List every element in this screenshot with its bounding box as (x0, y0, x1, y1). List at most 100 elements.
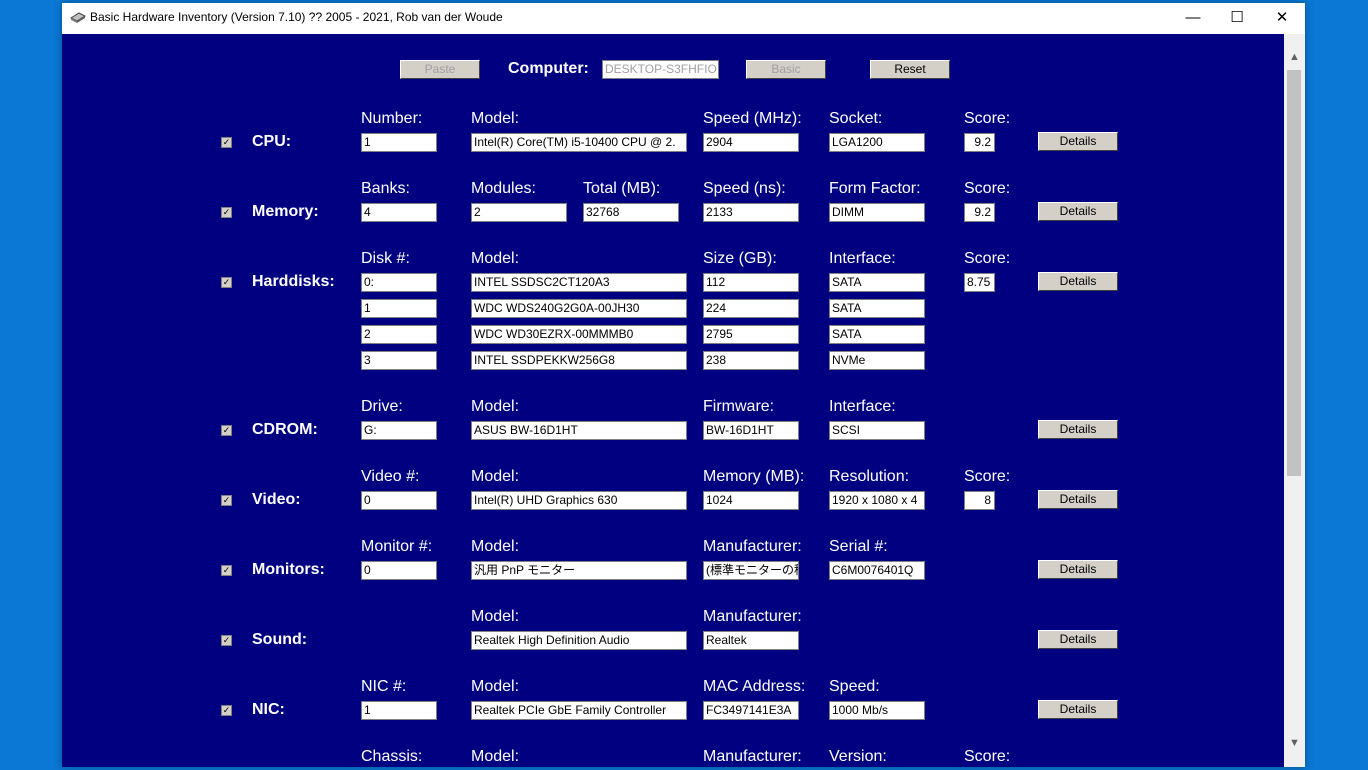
disk-size-field[interactable]: 112 (703, 273, 799, 292)
disk-model-field[interactable]: INTEL SSDPEKKW256G8 (471, 351, 687, 370)
window-title: Basic Hardware Inventory (Version 7.10) … (90, 10, 503, 24)
app-window: Basic Hardware Inventory (Version 7.10) … (62, 3, 1305, 767)
cpu-socket-header: Socket: (829, 110, 883, 127)
monitor-manufacturer-header: Manufacturer: (703, 538, 802, 555)
disk-interface-field[interactable]: SATA (829, 325, 925, 344)
memory-score-field[interactable]: 9.2 (964, 203, 995, 222)
sound-label: Sound: (252, 631, 308, 648)
video-number-field[interactable]: 0 (361, 491, 437, 510)
sound-model-field[interactable]: Realtek High Definition Audio (471, 631, 687, 650)
video-checkbox[interactable]: ✓ (221, 495, 232, 506)
disk-size-field[interactable]: 2795 (703, 325, 799, 344)
chassis-number-header: Chassis: (361, 748, 423, 765)
video-resolution-header: Resolution: (829, 468, 910, 485)
nic-mac-field[interactable]: FC3497141E3A (703, 701, 799, 720)
sound-details-button[interactable]: Details (1038, 630, 1118, 649)
nic-checkbox[interactable]: ✓ (221, 705, 232, 716)
cdrom-drive-field[interactable]: G: (361, 421, 437, 440)
video-details-button[interactable]: Details (1038, 490, 1118, 509)
basic-button[interactable]: Basic (746, 60, 826, 79)
computer-name-input[interactable]: DESKTOP-S3FHFIO (602, 60, 719, 79)
harddisks-checkbox[interactable]: ✓ (221, 277, 232, 288)
scrollbar-thumb[interactable] (1287, 70, 1301, 476)
cdrom-checkbox[interactable]: ✓ (221, 425, 232, 436)
harddisks-details-button[interactable]: Details (1038, 272, 1118, 291)
disk-interface-field[interactable]: SATA (829, 299, 925, 318)
memory-modules-field[interactable]: 2 (471, 203, 567, 222)
hardware-icon (70, 12, 86, 23)
monitor-model-field[interactable]: 汎用 PnP モニター (471, 561, 687, 580)
minimize-button[interactable]: — (1170, 3, 1216, 33)
cdrom-label: CDROM: (252, 421, 318, 438)
disk-model-field[interactable]: WDC WD30EZRX-00MMMB0 (471, 325, 687, 344)
disk-number-field[interactable]: 0: (361, 273, 437, 292)
disk-interface-field[interactable]: NVMe (829, 351, 925, 370)
monitors-details-button[interactable]: Details (1038, 560, 1118, 579)
cpu-score-field[interactable]: 9.2 (964, 133, 995, 152)
monitor-serial-field[interactable]: C6M0076401Q (829, 561, 925, 580)
paste-button[interactable]: Paste (400, 60, 480, 79)
sound-checkbox[interactable]: ✓ (221, 635, 232, 646)
video-score-field[interactable]: 8 (964, 491, 995, 510)
disk-model-header: Model: (471, 250, 520, 267)
sound-model-header: Model: (471, 608, 520, 625)
video-memory-header: Memory (MB): (703, 468, 805, 485)
chassis-manufacturer-header: Manufacturer: (703, 748, 802, 765)
cpu-number-field[interactable]: 1 (361, 133, 437, 152)
cpu-model-field[interactable]: Intel(R) Core(TM) i5-10400 CPU @ 2. (471, 133, 687, 152)
video-number-header: Video #: (361, 468, 420, 485)
disk-number-field[interactable]: 3 (361, 351, 437, 370)
cpu-details-button[interactable]: Details (1038, 132, 1118, 151)
cdrom-firmware-field[interactable]: BW-16D1HT (703, 421, 799, 440)
nic-number-field[interactable]: 1 (361, 701, 437, 720)
video-memory-field[interactable]: 1024 (703, 491, 799, 510)
memory-banks-field[interactable]: 4 (361, 203, 437, 222)
chassis-model-header: Model: (471, 748, 520, 765)
memory-details-button[interactable]: Details (1038, 202, 1118, 221)
title-bar[interactable]: Basic Hardware Inventory (Version 7.10) … (62, 3, 1305, 33)
disk-number-header: Disk #: (361, 250, 410, 267)
memory-total-field[interactable]: 32768 (583, 203, 679, 222)
cpu-checkbox[interactable]: ✓ (221, 137, 232, 148)
disk-score-field[interactable]: 8.75 (964, 273, 995, 292)
chassis-score-header: Score: (964, 748, 1011, 765)
disk-model-field[interactable]: WDC WDS240G2G0A-00JH30 (471, 299, 687, 318)
reset-button[interactable]: Reset (870, 60, 950, 79)
cpu-socket-field[interactable]: LGA1200 (829, 133, 925, 152)
monitor-manufacturer-field[interactable]: (標準モニターの種 (703, 561, 799, 580)
memory-label: Memory: (252, 203, 319, 220)
scroll-down-icon[interactable]: ▼ (1284, 734, 1305, 752)
disk-interface-header: Interface: (829, 250, 896, 267)
memory-checkbox[interactable]: ✓ (221, 207, 232, 218)
disk-interface-field[interactable]: SATA (829, 273, 925, 292)
vertical-scrollbar[interactable]: ▲ ▼ (1284, 34, 1305, 767)
close-button[interactable]: ✕ (1259, 3, 1305, 33)
scroll-up-icon[interactable]: ▲ (1284, 48, 1305, 66)
memory-banks-header: Banks: (361, 180, 410, 197)
sound-manufacturer-field[interactable]: Realtek (703, 631, 799, 650)
nic-details-button[interactable]: Details (1038, 700, 1118, 719)
disk-model-field[interactable]: INTEL SSDSC2CT120A3 (471, 273, 687, 292)
nic-label: NIC: (252, 701, 285, 718)
disk-number-field[interactable]: 1 (361, 299, 437, 318)
cdrom-drive-header: Drive: (361, 398, 403, 415)
nic-speed-field[interactable]: 1000 Mb/s (829, 701, 925, 720)
maximize-button[interactable]: ☐ (1214, 3, 1260, 33)
disk-size-field[interactable]: 224 (703, 299, 799, 318)
monitor-number-field[interactable]: 0 (361, 561, 437, 580)
video-model-field[interactable]: Intel(R) UHD Graphics 630 (471, 491, 687, 510)
cdrom-model-field[interactable]: ASUS BW-16D1HT (471, 421, 687, 440)
nic-model-field[interactable]: Realtek PCIe GbE Family Controller (471, 701, 687, 720)
disk-size-field[interactable]: 238 (703, 351, 799, 370)
monitors-checkbox[interactable]: ✓ (221, 565, 232, 576)
disk-size-header: Size (GB): (703, 250, 777, 267)
cpu-speed-header: Speed (MHz): (703, 110, 802, 127)
memory-form-field[interactable]: DIMM (829, 203, 925, 222)
disk-score-header: Score: (964, 250, 1011, 267)
cdrom-details-button[interactable]: Details (1038, 420, 1118, 439)
memory-speed-field[interactable]: 2133 (703, 203, 799, 222)
cdrom-interface-field[interactable]: SCSI (829, 421, 925, 440)
disk-number-field[interactable]: 2 (361, 325, 437, 344)
video-resolution-field[interactable]: 1920 x 1080 x 4 (829, 491, 925, 510)
cpu-speed-field[interactable]: 2904 (703, 133, 799, 152)
